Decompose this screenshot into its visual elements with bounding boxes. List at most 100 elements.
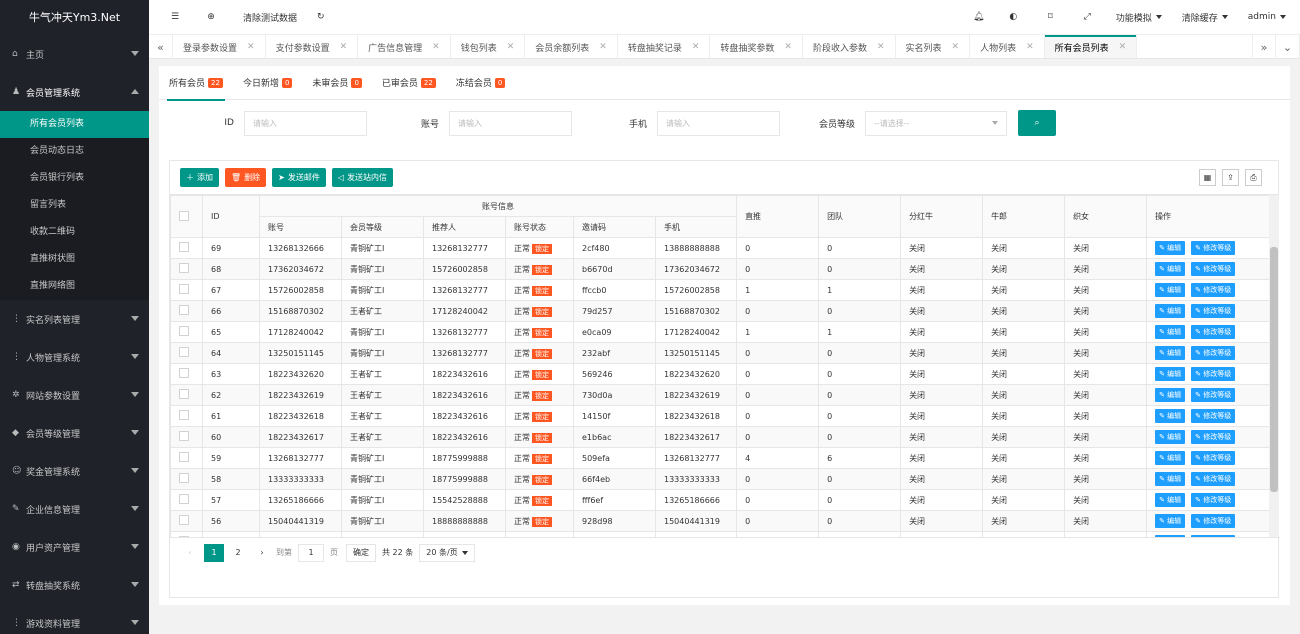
table-row[interactable]: 63 18223432620 王者矿工 18223432616 正常 锁定 569246 18… [170,363,1269,385]
nav-group[interactable]: ☺ 奖金管理系统 [0,452,149,490]
row-checkbox[interactable] [179,284,189,294]
tab[interactable]: 钱包列表 ✕ [451,35,526,58]
row-checkbox[interactable] [179,452,189,462]
prev-page-icon[interactable]: ‹ [180,544,200,562]
nav-group[interactable]: ⋮ 人物管理系统 [0,338,149,376]
lock-button[interactable]: 锁定 [532,390,552,401]
table-row[interactable]: 59 13268132777 青铜矿工I 18775999888 正常 锁定 509efa 1… [170,447,1269,469]
export-icon[interactable]: ⇪ [1222,169,1239,186]
table-row[interactable]: 65 17128240042 青铜矿工I 13268132777 正常 锁定 e0ca09 1… [170,321,1269,343]
modify-level-button[interactable]: ✎ 修改等级 [1191,472,1236,486]
refresh-icon[interactable]: ↻ [307,0,335,35]
modify-level-button[interactable]: ✎ 修改等级 [1191,304,1236,318]
edit-button[interactable]: ✎ 编辑 [1155,451,1186,465]
fullscreen-icon[interactable]: ⤢ [1069,0,1106,35]
edit-button[interactable]: ✎ 编辑 [1155,388,1186,402]
modify-level-button[interactable]: ✎ 修改等级 [1191,514,1236,528]
send-msg-button[interactable]: ◁ 发送站内信 [331,168,394,187]
next-page-icon[interactable]: › [252,544,272,562]
edit-button[interactable]: ✎ 编辑 [1155,514,1186,528]
tab[interactable]: 阶段收入参数 ✕ [803,35,896,58]
scrollbar-thumb[interactable] [1270,247,1278,492]
col-invite[interactable]: 邀请码 [573,216,656,238]
page-1[interactable]: 1 [204,543,224,562]
sidebar-subitem[interactable]: 直推树状图 [0,246,149,273]
account-input[interactable]: 请输入 [449,110,572,136]
nav-group[interactable]: ⇄ 转盘抽奖系统 [0,566,149,604]
table-row[interactable]: 56 15040441319 青铜矿工I 18888888888 正常 锁定 928d98 1… [170,510,1269,532]
select-all-checkbox[interactable] [179,210,189,221]
edit-button[interactable]: ✎ 编辑 [1155,367,1186,381]
modify-level-button[interactable]: ✎ 修改等级 [1191,388,1236,402]
nav-member-system[interactable]: ♟ 会员管理系统 [0,73,149,111]
edit-button[interactable]: ✎ 编辑 [1155,493,1186,507]
tab[interactable]: 转盘抽奖记录 ✕ [618,35,711,58]
row-checkbox[interactable] [179,389,189,399]
filter-tab[interactable]: 未审会员 0 [312,66,362,100]
print-icon[interactable]: ⎙ [1245,169,1262,186]
sidebar-subitem[interactable]: 留言列表 [0,192,149,219]
modify-level-button[interactable]: ✎ 修改等级 [1191,409,1236,423]
nav-group[interactable]: ⋮ 游戏资料管理 [0,604,149,634]
close-icon[interactable]: ✕ [877,42,885,52]
close-icon[interactable]: ✕ [432,42,440,52]
modify-level-button[interactable]: ✎ 修改等级 [1191,451,1236,465]
row-checkbox[interactable] [179,494,189,504]
lock-button[interactable]: 锁定 [532,432,552,443]
menu-toggle-icon[interactable]: ☰ [149,0,201,35]
table-row[interactable]: 64 13250151145 青铜矿工I 13268132777 正常 锁定 232abf 1… [170,342,1269,364]
send-mail-button[interactable]: ➤ 发送邮件 [272,168,326,187]
page-jump-input[interactable]: 1 [298,543,324,562]
nav-group[interactable]: ⋮ 实名列表管理 [0,300,149,338]
search-button[interactable]: ⌕ [1018,110,1056,136]
edit-button[interactable]: ✎ 编辑 [1155,409,1186,423]
bell-icon[interactable]: 🔔︎ [963,0,995,35]
close-icon[interactable]: ✕ [1119,42,1127,52]
sidebar-subitem[interactable]: 会员银行列表 [0,165,149,192]
col-id[interactable]: ID [202,195,260,238]
level-select[interactable]: --请选择-- [865,110,1007,136]
delete-button[interactable]: 🗑︎ 删除 [225,168,267,187]
row-checkbox[interactable] [179,431,189,441]
lock-button[interactable]: 锁定 [532,369,552,380]
filter-tab[interactable]: 已审会员 22 [382,66,436,100]
table-row[interactable]: 61 18223432618 王者矿工 18223432616 正常 锁定 14150f 18… [170,405,1269,427]
row-checkbox[interactable] [179,347,189,357]
table-row[interactable]: 67 15726002858 青铜矿工I 13268132777 正常 锁定 ffccb0 1… [170,279,1269,301]
edit-button[interactable]: ✎ 编辑 [1155,346,1186,360]
close-icon[interactable]: ✕ [507,42,515,52]
col-level[interactable]: 会员等级 [341,216,424,238]
columns-icon[interactable]: ▦ [1199,169,1216,186]
nav-group[interactable]: ◉ 用户资产管理 [0,528,149,566]
modify-level-button[interactable]: ✎ 修改等级 [1191,262,1236,276]
close-icon[interactable]: ✕ [952,42,960,52]
tabs-next-icon[interactable]: » [1252,35,1276,59]
col-direct[interactable]: 直推 [736,195,820,238]
close-icon[interactable]: ✕ [340,42,348,52]
lock-button[interactable]: 锁定 [532,285,552,296]
modify-level-button[interactable]: ✎ 修改等级 [1191,241,1236,255]
func-mode-dropdown[interactable]: 功能模拟 [1106,0,1172,35]
col-weaver[interactable]: 织女 [1064,195,1148,238]
row-checkbox[interactable] [179,368,189,378]
table-row[interactable]: 57 13265186666 青铜矿工I 15542528888 正常 锁定 fff6ef 1… [170,489,1269,511]
tab[interactable]: 广告信息管理 ✕ [358,35,451,58]
filter-tab[interactable]: 冻结会员 0 [456,66,506,100]
id-input[interactable]: 请输入 [244,110,367,136]
lock-button[interactable]: 锁定 [532,243,552,254]
close-icon[interactable]: ✕ [692,42,700,52]
tabs-menu-icon[interactable]: ⌄ [1276,35,1300,59]
modify-level-button[interactable]: ✎ 修改等级 [1191,367,1236,381]
nav-group[interactable]: ◆ 会员等级管理 [0,414,149,452]
sidebar-subitem[interactable]: 会员动态日志 [0,138,149,165]
lock-button[interactable]: 锁定 [532,453,552,464]
col-cowherd[interactable]: 牛郎 [982,195,1066,238]
row-checkbox[interactable] [179,473,189,483]
phone-input[interactable]: 请输入 [657,110,780,136]
page-2[interactable]: 2 [228,544,248,562]
theme-icon[interactable]: ◐ [995,0,1032,35]
edit-button[interactable]: ✎ 编辑 [1155,283,1186,297]
modify-level-button[interactable]: ✎ 修改等级 [1191,430,1236,444]
filter-tab[interactable]: 今日新增 0 [243,66,293,100]
tab[interactable]: 实名列表 ✕ [896,35,971,58]
